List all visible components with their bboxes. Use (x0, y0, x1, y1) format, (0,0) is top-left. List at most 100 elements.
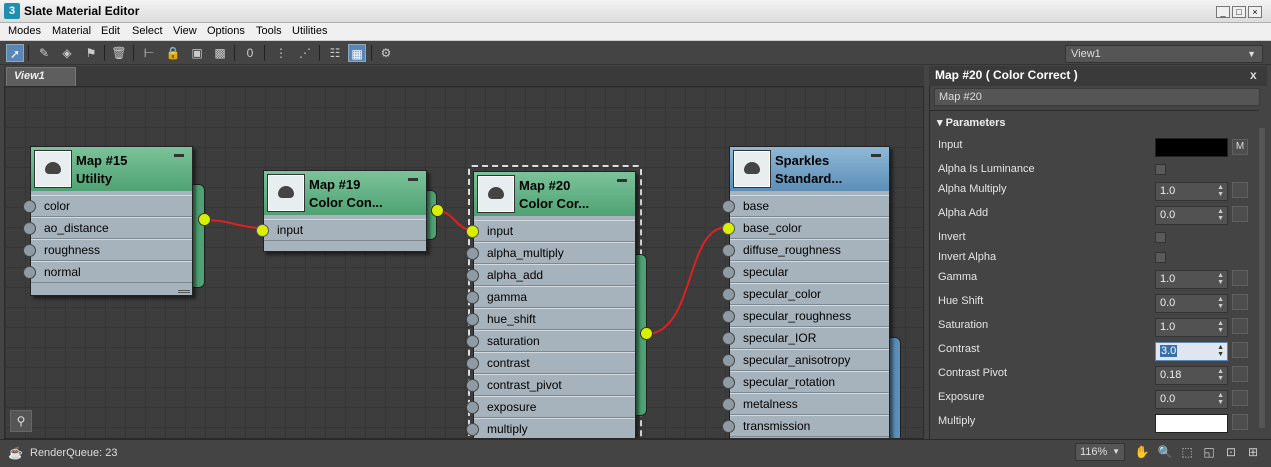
menu-utilities[interactable]: Utilities (292, 25, 327, 37)
view-select-dropdown[interactable]: View1 ▼ (1065, 45, 1263, 63)
eyedropper-icon[interactable]: ✎ (35, 44, 53, 62)
slot-metalness[interactable]: metalness (722, 393, 889, 415)
slot-specular-roughness[interactable]: specular_roughness (722, 305, 889, 327)
input-port[interactable] (722, 398, 735, 411)
show-map-icon[interactable]: 0 (241, 44, 259, 62)
output-port-map15[interactable] (198, 213, 211, 226)
invert-alpha-checkbox[interactable] (1155, 252, 1166, 263)
slot-normal[interactable]: normal (23, 261, 192, 283)
contrast-spinner[interactable]: 3.0 ▲ ▼ (1155, 342, 1228, 361)
hue-shift-map-button[interactable] (1232, 294, 1248, 310)
menu-modes[interactable]: Modes (8, 25, 41, 37)
slot-color[interactable]: color (23, 195, 192, 217)
menu-tools[interactable]: Tools (256, 25, 282, 37)
slot-input[interactable]: input (256, 219, 426, 241)
node-map19[interactable]: Map #19 Color Con... input (256, 170, 427, 252)
layout-children-icon[interactable]: ⋰ (296, 44, 314, 62)
input-port[interactable] (722, 310, 735, 323)
input-port-connected[interactable] (466, 225, 479, 238)
slot-contrast-pivot[interactable]: contrast_pivot (466, 374, 635, 396)
contrast-pivot-spinner[interactable]: 0.18 ▲ ▼ (1155, 366, 1228, 385)
menu-view[interactable]: View (173, 25, 197, 37)
slot-specular-ior[interactable]: specular_IOR (722, 327, 889, 349)
slot-alpha-multiply[interactable]: alpha_multiply (466, 242, 635, 264)
input-port[interactable] (466, 313, 479, 326)
slot-diffuse-roughness[interactable]: diffuse_roughness (722, 239, 889, 261)
multiply-color-swatch[interactable] (1155, 414, 1228, 433)
saturation-map-button[interactable] (1232, 318, 1248, 334)
input-map-button[interactable]: M (1232, 139, 1248, 155)
invert-checkbox[interactable] (1155, 232, 1166, 243)
assign-icon[interactable]: ⚑ (82, 44, 100, 62)
options-icon[interactable]: ⚙ (377, 44, 395, 62)
hue-shift-spinner[interactable]: 0.0 ▲ ▼ (1155, 294, 1228, 313)
slot-exposure[interactable]: exposure (466, 396, 635, 418)
zoom-region-icon[interactable]: ⬚ (1178, 443, 1196, 461)
minimize-node-icon[interactable] (408, 178, 418, 181)
zoom-dropdown[interactable]: 116% ▼ (1075, 443, 1125, 461)
node-canvas[interactable]: Map #15 Utility color ao_distance roughne… (4, 86, 924, 439)
minimize-node-icon[interactable] (871, 154, 881, 157)
slot-hue-shift[interactable]: hue_shift (466, 308, 635, 330)
menu-material[interactable]: Material (52, 25, 91, 37)
zoom-icon[interactable]: 🔍 (1156, 443, 1174, 461)
bg-icon[interactable]: ▣ (188, 44, 206, 62)
delete-icon[interactable]: 🗑 (110, 44, 128, 62)
slot-specular-color[interactable]: specular_color (722, 283, 889, 305)
contrast-map-button[interactable] (1232, 342, 1248, 358)
alpha-multiply-map-button[interactable] (1232, 182, 1248, 198)
lock-icon[interactable]: 🔒 (164, 44, 182, 62)
navigator-binoculars-icon[interactable]: ⚲ (10, 410, 32, 432)
input-port[interactable] (722, 420, 735, 433)
alpha-multiply-spinner[interactable]: 1.0 ▲ ▼ (1155, 182, 1228, 201)
menu-select[interactable]: Select (132, 25, 163, 37)
map-name-input[interactable]: Map #20 (934, 88, 1260, 106)
output-port-map20[interactable] (640, 327, 653, 340)
input-port[interactable] (23, 244, 36, 257)
slot-specular-rotation[interactable]: specular_rotation (722, 371, 889, 393)
input-port-connected[interactable] (256, 224, 269, 237)
alpha-add-spinner[interactable]: 0.0 ▲ ▼ (1155, 206, 1228, 225)
input-port[interactable] (466, 401, 479, 414)
put-to-scene-icon[interactable]: ◈ (58, 44, 76, 62)
input-port-connected[interactable] (722, 222, 735, 235)
slot-contrast[interactable]: contrast (466, 352, 635, 374)
input-port[interactable] (23, 266, 36, 279)
rollout-icon[interactable]: ▦ (348, 44, 366, 62)
zoom-extents-selected-icon[interactable]: ⊡ (1222, 443, 1240, 461)
alpha-add-map-button[interactable] (1232, 206, 1248, 222)
input-port[interactable] (23, 200, 36, 213)
close-window-button[interactable]: × (1248, 6, 1262, 18)
resize-grip[interactable] (178, 287, 190, 293)
alpha-is-luminance-checkbox[interactable] (1155, 164, 1166, 175)
multiply-map-button[interactable] (1232, 414, 1248, 430)
input-port[interactable] (722, 376, 735, 389)
input-port[interactable] (466, 247, 479, 260)
contrast-pivot-map-button[interactable] (1232, 366, 1248, 382)
input-port[interactable] (722, 200, 735, 213)
checker-icon[interactable]: ▩ (211, 44, 229, 62)
hide-icon[interactable]: ☷ (326, 44, 344, 62)
input-port[interactable] (466, 269, 479, 282)
slot-roughness[interactable]: roughness (23, 239, 192, 261)
exposure-spinner[interactable]: 0.0 ▲ ▼ (1155, 390, 1228, 409)
input-port[interactable] (722, 288, 735, 301)
minimize-node-icon[interactable] (174, 154, 184, 157)
input-port[interactable] (466, 357, 479, 370)
input-port[interactable] (722, 354, 735, 367)
slot-base-color[interactable]: base_color (722, 217, 889, 239)
slot-transmission[interactable]: transmission (722, 415, 889, 437)
output-port-map19[interactable] (431, 204, 444, 217)
slot-input[interactable]: input (466, 220, 635, 242)
pan-to-selected-icon[interactable]: ⊞ (1244, 443, 1262, 461)
close-panel-icon[interactable]: x (1250, 68, 1257, 82)
slot-specular[interactable]: specular (722, 261, 889, 283)
slot-specular-anisotropy[interactable]: specular_anisotropy (722, 349, 889, 371)
slot-multiply[interactable]: multiply (466, 418, 635, 438)
node-map20[interactable]: Map #20 Color Cor... input alpha_multiply… (466, 171, 636, 438)
slot-alpha-add[interactable]: alpha_add (466, 264, 635, 286)
zoom-extents-icon[interactable]: ◱ (1200, 443, 1218, 461)
input-color-swatch[interactable] (1155, 138, 1228, 157)
input-port[interactable] (466, 291, 479, 304)
menu-options[interactable]: Options (207, 25, 245, 37)
